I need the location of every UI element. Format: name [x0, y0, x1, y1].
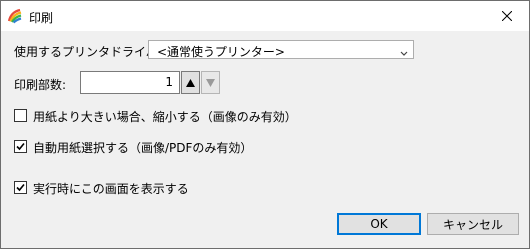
copies-decrement-button[interactable]: [201, 71, 220, 94]
window-title: 印刷: [29, 11, 54, 25]
auto-paper-select-checkbox[interactable]: [14, 140, 27, 153]
app-logo-icon: [7, 8, 23, 24]
close-icon: [502, 11, 512, 21]
copies-value: 1: [165, 75, 173, 89]
ok-button[interactable]: OK: [337, 213, 421, 235]
triangle-up-icon: [186, 78, 195, 87]
copies-input[interactable]: 1: [80, 71, 180, 94]
show-on-run-checkbox[interactable]: [14, 181, 27, 194]
copies-label: 印刷部数:: [14, 78, 67, 92]
shrink-to-fit-checkbox[interactable]: [14, 109, 27, 122]
shrink-to-fit-label: 用紙より大きい場合、縮小する（画像のみ有効）: [33, 110, 297, 124]
copies-increment-button[interactable]: [181, 71, 200, 94]
title-bar: 印刷: [1, 1, 529, 31]
auto-paper-select-label: 自動用紙選択する（画像/PDFのみ有効）: [33, 141, 253, 155]
checkmark-icon: [16, 142, 25, 151]
triangle-down-icon: [206, 78, 215, 87]
show-on-run-label: 実行時にこの画面を表示する: [33, 182, 189, 196]
close-button[interactable]: [485, 1, 529, 31]
chevron-down-icon: [400, 46, 408, 60]
printer-driver-value: <通常使うプリンター>: [157, 45, 285, 59]
print-dialog: 印刷 使用するプリンタドライバー: <通常使うプリンター> 印刷部数: 1 用紙…: [0, 0, 530, 249]
cancel-button[interactable]: キャンセル: [427, 213, 519, 235]
checkmark-icon: [16, 183, 25, 192]
printer-driver-select[interactable]: <通常使うプリンター>: [148, 40, 414, 59]
